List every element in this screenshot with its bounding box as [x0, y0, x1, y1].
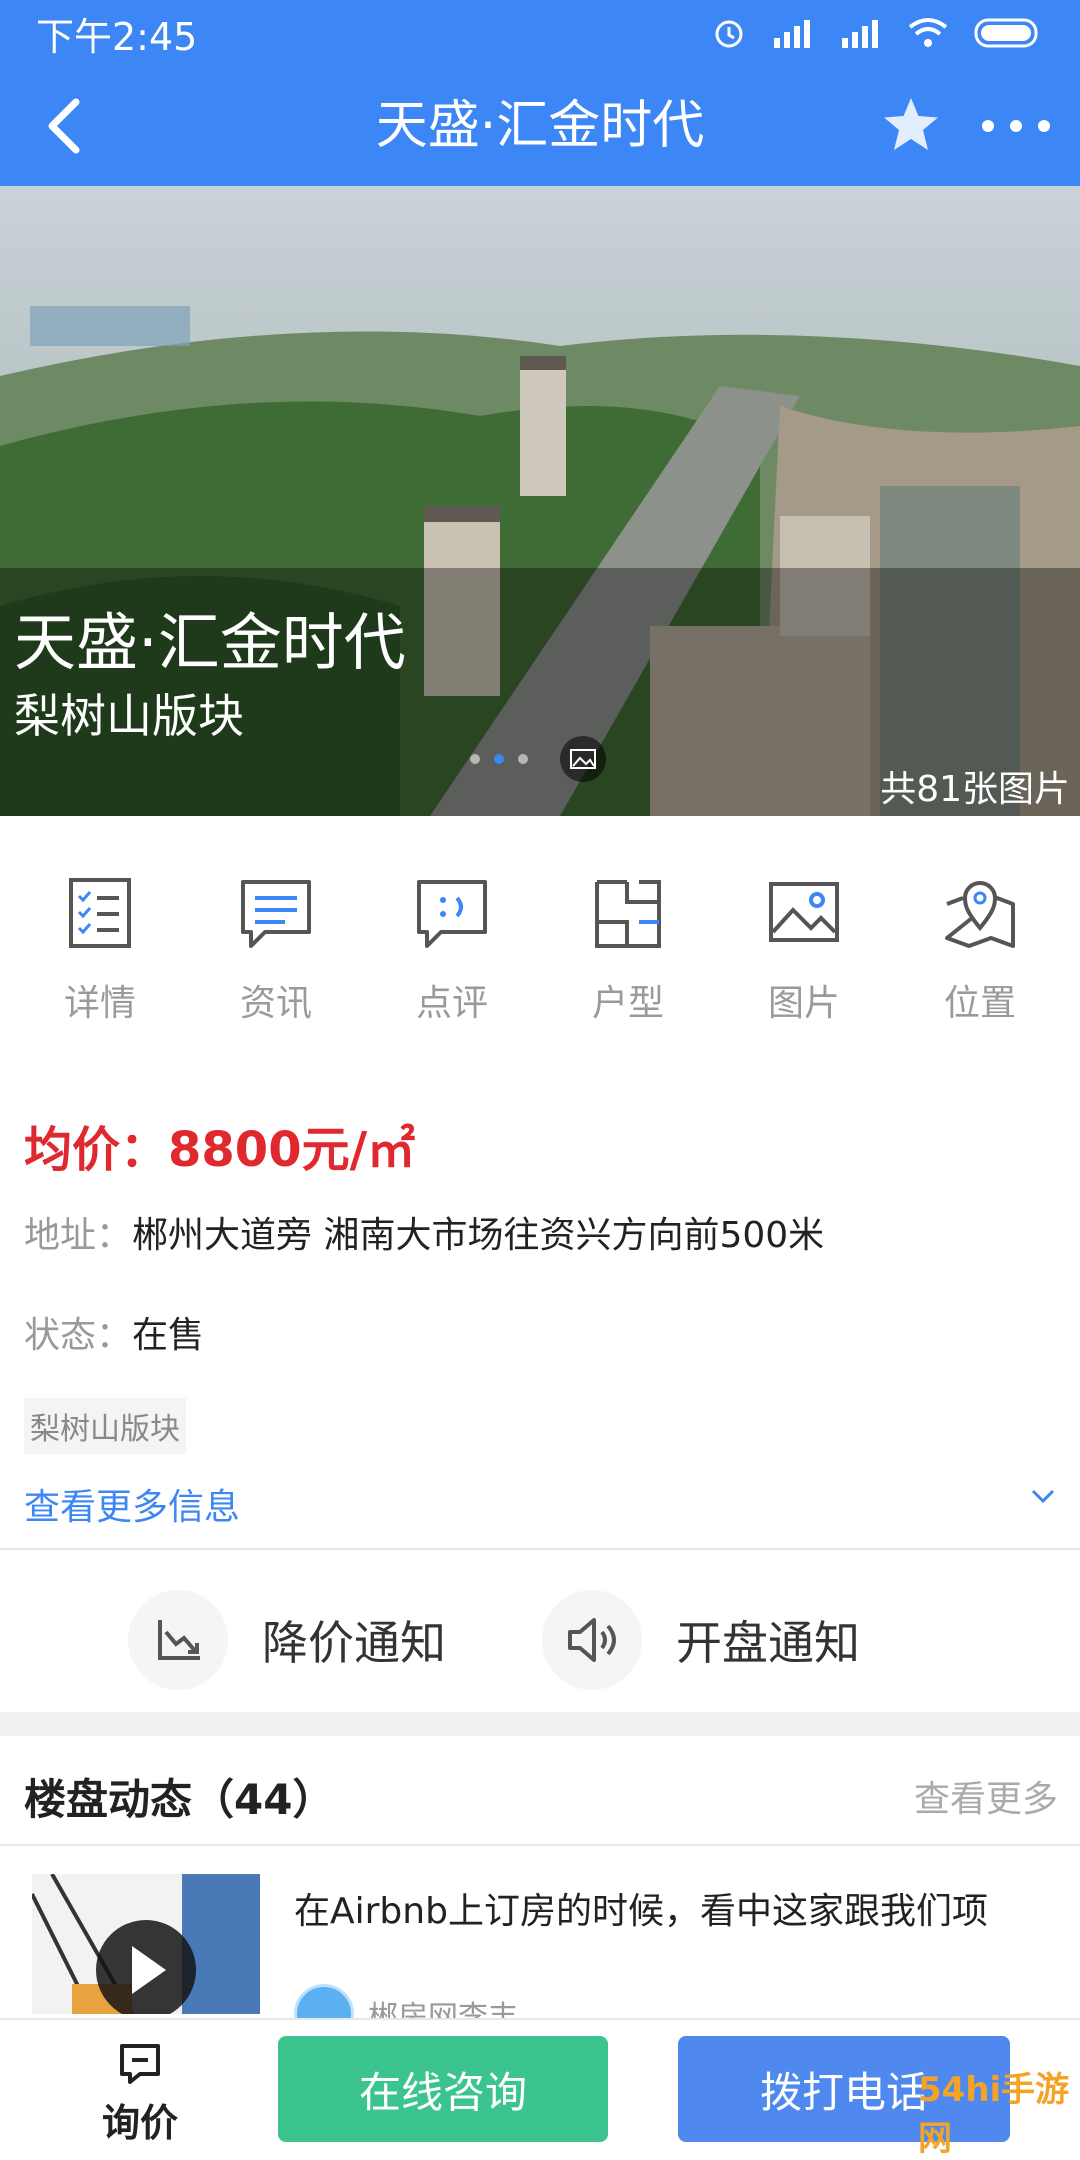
- opening-notify-button[interactable]: 开盘通知: [542, 1590, 860, 1690]
- hero-subtitle: 梨树山版块: [14, 689, 244, 743]
- quick-nav-label: 点评: [415, 983, 488, 1024]
- status-row: 状态：在售: [24, 1306, 204, 1358]
- address-row: 地址：郴州大道旁 湘南大市场往资兴方向前500米: [24, 1206, 824, 1258]
- quick-nav-label: 图片: [767, 983, 840, 1024]
- chevron-down-icon[interactable]: [1030, 1486, 1056, 1506]
- status-icons: [712, 16, 1044, 50]
- carousel-dots: [470, 754, 528, 764]
- opening-icon-wrap: [542, 1590, 642, 1690]
- price-drop-notify-button[interactable]: 降价通知: [128, 1590, 446, 1690]
- list-check-icon: [69, 878, 131, 948]
- divider: [0, 1548, 1080, 1550]
- map-pin-icon: [945, 881, 1015, 948]
- status-value: 在售: [132, 1315, 205, 1356]
- price-drop-label: 降价通知: [262, 1616, 446, 1670]
- carousel-dot: [518, 754, 528, 764]
- online-consult-button[interactable]: 在线咨询: [278, 2036, 608, 2142]
- more-icon[interactable]: [976, 98, 1056, 154]
- gallery-button[interactable]: [560, 736, 606, 782]
- carousel-dot: [470, 754, 480, 764]
- trend-down-icon: [158, 1620, 200, 1660]
- signal-icon: [842, 20, 878, 48]
- price-drop-icon-wrap: [128, 1590, 228, 1690]
- ask-price-button[interactable]: 询价: [90, 2040, 190, 2147]
- news-thumbnail[interactable]: [32, 1874, 260, 2014]
- news-icon: [241, 880, 311, 948]
- average-price: 均价：8800元/㎡: [24, 1122, 416, 1178]
- hero-title: 天盛·汇金时代: [14, 606, 406, 679]
- quick-nav-label: 位置: [943, 983, 1016, 1024]
- more-info-link[interactable]: 查看更多信息: [24, 1478, 240, 1530]
- hero-gallery[interactable]: 天盛·汇金时代 梨树山版块 共81张图片: [0, 186, 1080, 816]
- comment-icon: [417, 880, 487, 948]
- status-bar: 下午2:45: [0, 0, 1080, 66]
- nav-bar: 天盛·汇金时代: [0, 66, 1080, 186]
- quick-nav-details[interactable]: 详情: [12, 874, 188, 1044]
- quick-nav-floorplan[interactable]: 户型: [540, 874, 716, 1044]
- news-section-title: 楼盘动态（44）: [24, 1775, 335, 1824]
- address-label: 地址：: [24, 1215, 133, 1256]
- quick-nav-label: 详情: [63, 983, 136, 1024]
- quick-nav: 详情 资讯 点评 户型 图片 位置: [0, 874, 1080, 1044]
- battery-icon: [974, 18, 1038, 48]
- speaker-icon: [568, 1618, 616, 1662]
- carousel-dot-active: [494, 754, 504, 764]
- photo-count: 共81张图片: [880, 769, 1070, 810]
- wifi-icon: [908, 18, 948, 47]
- section-gap: [0, 1712, 1080, 1736]
- star-icon[interactable]: [878, 92, 944, 158]
- signal-icon: [774, 20, 810, 48]
- quick-nav-label: 户型: [591, 983, 664, 1024]
- status-time: 下午2:45: [36, 14, 198, 59]
- image-icon: [769, 882, 839, 942]
- quick-nav-news[interactable]: 资讯: [188, 874, 364, 1044]
- address-value: 郴州大道旁 湘南大市场往资兴方向前500米: [132, 1215, 825, 1256]
- opening-label: 开盘通知: [676, 1616, 860, 1670]
- image-icon: [570, 749, 596, 769]
- news-more-link[interactable]: 查看更多: [914, 1770, 1058, 1822]
- quick-nav-photos[interactable]: 图片: [716, 874, 892, 1044]
- district-tag: 梨树山版块: [24, 1398, 186, 1454]
- quick-nav-reviews[interactable]: 点评: [364, 874, 540, 1044]
- chat-icon: [120, 2044, 160, 2084]
- ask-price-label: 询价: [101, 2101, 178, 2145]
- news-item-title[interactable]: 在Airbnb上订房的时候，看中这家跟我们项: [294, 1882, 1074, 1934]
- watermark: 54hi手游网: [918, 2070, 1070, 2159]
- video-thumbnail: [32, 1874, 260, 2014]
- divider: [0, 1844, 1080, 1846]
- quick-nav-label: 资讯: [239, 983, 312, 1024]
- floorplan-icon: [595, 880, 661, 948]
- alarm-icon: [715, 20, 743, 48]
- status-label: 状态：: [24, 1315, 133, 1356]
- quick-nav-location[interactable]: 位置: [892, 874, 1068, 1044]
